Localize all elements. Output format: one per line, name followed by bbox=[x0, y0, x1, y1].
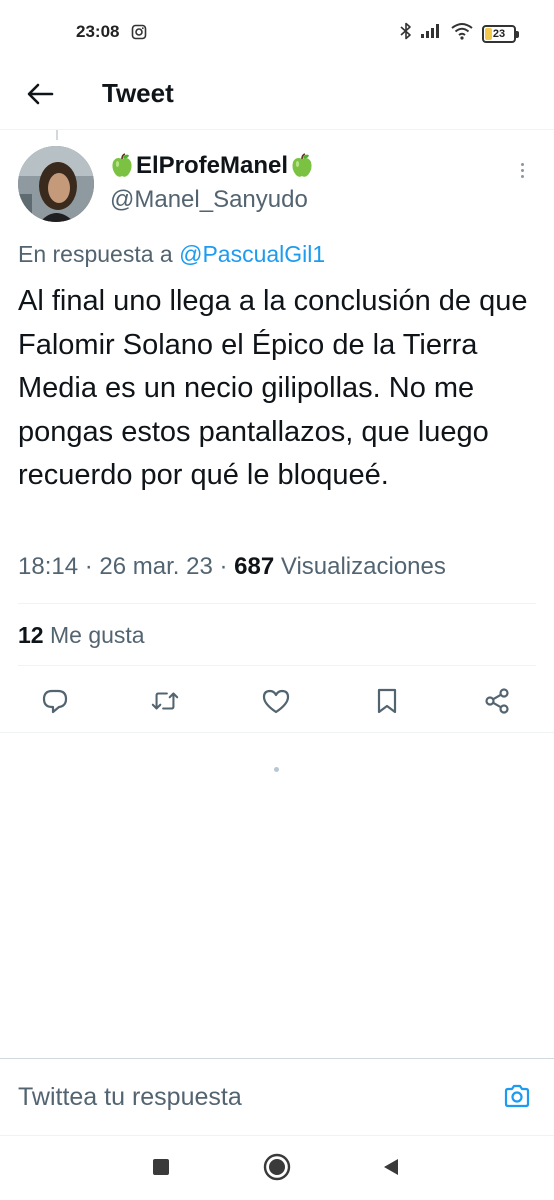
green-apple-icon bbox=[110, 153, 134, 179]
green-apple-icon bbox=[290, 153, 314, 179]
divider bbox=[18, 665, 536, 666]
wifi-icon bbox=[450, 22, 474, 45]
page-title: Tweet bbox=[102, 78, 174, 108]
status-time: 23:08 bbox=[76, 22, 120, 41]
battery-fill bbox=[485, 27, 492, 40]
meta-separator: · bbox=[84, 553, 93, 580]
reply-context: En respuesta a @PascualGil1 bbox=[18, 241, 325, 268]
signal-icon bbox=[420, 23, 442, 44]
tweet-meta: 18:14 · 26 mar. 23 · 687 Visualizaciones bbox=[18, 553, 446, 581]
reply-icon[interactable] bbox=[40, 686, 70, 716]
tweet-actions bbox=[0, 672, 554, 730]
battery-level: 23 bbox=[492, 27, 506, 40]
likes-stat[interactable]: 12 Me gusta bbox=[18, 622, 145, 649]
divider bbox=[18, 603, 536, 604]
status-icons: 23 bbox=[400, 22, 519, 45]
share-icon[interactable] bbox=[482, 686, 512, 716]
reply-composer[interactable]: Twittea tu respuesta bbox=[0, 1058, 554, 1136]
more-options-icon[interactable] bbox=[510, 158, 534, 182]
like-icon[interactable] bbox=[261, 686, 291, 716]
reply-input[interactable]: Twittea tu respuesta bbox=[18, 1083, 242, 1112]
back-triangle-icon[interactable] bbox=[376, 1152, 406, 1182]
divider bbox=[0, 732, 554, 733]
thread-connector bbox=[56, 130, 58, 140]
meta-separator: · bbox=[219, 553, 228, 580]
battery-icon: 23 bbox=[482, 24, 519, 43]
recent-apps-icon[interactable] bbox=[146, 1152, 176, 1182]
tweet-text: Al final uno llega a la conclusión de qu… bbox=[18, 285, 528, 492]
bookmark-icon[interactable] bbox=[372, 686, 402, 716]
tweet-date: 26 mar. 23 bbox=[99, 553, 213, 580]
author-display-name[interactable]: ElProfeManel bbox=[110, 152, 314, 180]
system-nav-bar bbox=[0, 1136, 554, 1200]
views-count: 687 bbox=[234, 553, 275, 580]
likes-label: Me gusta bbox=[49, 622, 145, 648]
retweet-icon[interactable] bbox=[150, 686, 180, 716]
back-arrow-icon[interactable] bbox=[24, 78, 56, 110]
reply-prefix: En respuesta a bbox=[18, 241, 180, 267]
likes-count: 12 bbox=[18, 622, 44, 648]
home-icon[interactable] bbox=[262, 1152, 292, 1182]
bluetooth-icon bbox=[400, 22, 412, 45]
camera-notification-icon bbox=[131, 24, 147, 45]
views-label[interactable]: Visualizaciones bbox=[281, 553, 446, 580]
avatar[interactable] bbox=[18, 146, 94, 222]
author-handle[interactable]: @Manel_Sanyudo bbox=[110, 186, 308, 214]
status-bar: 23:08 23 bbox=[0, 0, 554, 64]
camera-icon[interactable] bbox=[502, 1081, 532, 1111]
author-name-text: ElProfeManel bbox=[136, 152, 289, 179]
loading-indicator bbox=[274, 767, 279, 772]
tweet-time: 18:14 bbox=[18, 553, 79, 580]
top-app-bar: Tweet bbox=[0, 64, 554, 130]
reply-mention-link[interactable]: @PascualGil1 bbox=[179, 241, 325, 267]
